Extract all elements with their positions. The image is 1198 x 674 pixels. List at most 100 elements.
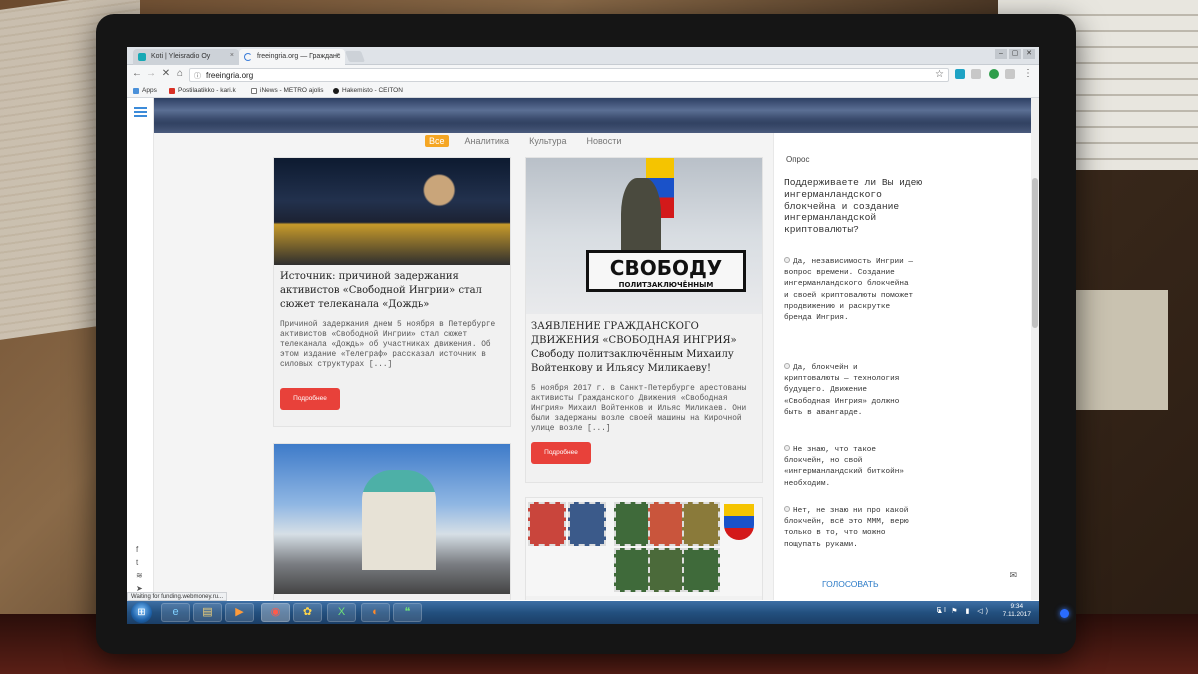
filter-analytics[interactable]: Аналитика	[461, 135, 514, 147]
firefox-icon[interactable]: ◐	[361, 603, 390, 622]
radio-button[interactable]	[784, 445, 790, 451]
excel-icon[interactable]: X	[327, 603, 356, 622]
vote-button[interactable]: ГОЛОСОВАТЬ	[822, 579, 879, 589]
filter-all[interactable]: Все	[425, 135, 449, 147]
browser-toolbar: ← → ✕ ⌂ ⓘ freeingria.org ☆ ⋮	[127, 65, 1039, 85]
web-page: f t ≋ ➤ Источник: причиной задержания ак…	[127, 98, 1039, 600]
chrome-icon[interactable]: ◉	[261, 603, 290, 622]
article-image[interactable]	[526, 498, 762, 596]
back-button[interactable]: ←	[131, 68, 143, 79]
page-scrollbar[interactable]	[1031, 98, 1039, 600]
article-excerpt: Причиной задержания днем 5 ноября в Пете…	[280, 321, 496, 369]
article-title[interactable]: Источник: причиной задержания активистов…	[280, 270, 508, 312]
poll-widget: Опрос Поддерживаете ли Вы идею ингерманл…	[773, 133, 1031, 600]
hamburger-menu-icon[interactable]	[134, 107, 147, 119]
extension-icon[interactable]	[955, 69, 965, 79]
read-more-button[interactable]: Подробнее	[531, 442, 591, 464]
close-window-button[interactable]: ✕	[1023, 49, 1035, 59]
facebook-icon[interactable]: f	[136, 545, 138, 554]
photos-icon[interactable]: ✿	[293, 603, 322, 622]
forward-button[interactable]: →	[145, 68, 157, 79]
status-bubble: Waiting for funding.webmoney.ru...	[127, 592, 228, 601]
article-card[interactable]	[273, 443, 511, 600]
power-led	[1060, 609, 1069, 618]
radio-button[interactable]	[784, 506, 790, 512]
tab-freeingria[interactable]: freeingria.org — Гражданс ×	[239, 49, 345, 65]
gmail-icon	[169, 88, 175, 94]
ingria-coat-of-arms	[724, 504, 754, 540]
protest-sign: СВОБОДУ ПОЛИТЗАКЛЮЧЁННЫМ	[586, 250, 746, 292]
article-image[interactable]: СВОБОДУ ПОЛИТЗАКЛЮЧЁННЫМ	[526, 158, 762, 314]
poll-option[interactable]: Да, блокчейн и криптовалюты — технология…	[784, 363, 914, 419]
address-text: freeingria.org	[206, 71, 254, 80]
article-title[interactable]: ЗАЯВЛЕНИЕ ГРАЖДАНСКОГО ДВИЖЕНИЯ «СВОБОДН…	[531, 320, 761, 376]
poll-option[interactable]: Нет, не знаю ни про какой блокчейн, всё …	[784, 506, 914, 551]
close-tab-icon[interactable]: ×	[230, 52, 234, 59]
windows-taskbar: ⊞ e ▤ ▶ ◉ ✿ X ◐ ❝ FI ▲ ⚑ ▮ ◁) 9:34 7.11.…	[127, 601, 1039, 624]
ceiton-icon	[333, 88, 339, 94]
read-more-button[interactable]: Подробнее	[280, 388, 340, 410]
tab-label: Koti | Yleisradio Oy	[151, 53, 211, 60]
twitter-icon[interactable]: t	[136, 558, 138, 567]
radio-button[interactable]	[784, 363, 790, 369]
stamp-image	[682, 502, 720, 546]
stamp-image	[648, 548, 686, 592]
maximize-button[interactable]: ▢	[1009, 49, 1021, 59]
bookmark-apps[interactable]: Apps	[133, 87, 157, 94]
tab-yleisradio[interactable]: Koti | Yleisradio Oy ×	[133, 49, 239, 65]
stamp-image	[614, 548, 652, 592]
article-card[interactable]: Источник: причиной задержания активистов…	[273, 157, 511, 427]
bookmark-gmail[interactable]: Postilaatikko - kari.k	[169, 87, 236, 94]
extension-icon[interactable]	[989, 69, 999, 79]
filter-culture[interactable]: Культура	[525, 135, 570, 147]
address-bar[interactable]: ⓘ freeingria.org ☆	[189, 68, 949, 82]
article-image[interactable]	[274, 444, 510, 594]
explorer-icon[interactable]: ▤	[193, 603, 222, 622]
rss-icon[interactable]: ≋	[136, 571, 143, 580]
hangouts-icon[interactable]: ❝	[393, 603, 422, 622]
radio-button[interactable]	[784, 257, 790, 263]
extension-icon[interactable]	[1005, 69, 1015, 79]
tray-icons[interactable]: ▲ ⚑ ▮ ◁)	[936, 607, 991, 615]
stamp-image	[568, 502, 606, 546]
filter-news[interactable]: Новости	[583, 135, 626, 147]
poll-question: Поддерживаете ли Вы идею ингерманландско…	[784, 177, 923, 236]
site-info-icon[interactable]: ⓘ	[194, 71, 201, 81]
stamp-image	[528, 502, 566, 546]
extension-icon[interactable]	[971, 69, 981, 79]
stamp-image	[682, 548, 720, 592]
article-card[interactable]: СВОБОДУ ПОЛИТЗАКЛЮЧЁННЫМ ЗАЯВЛЕНИЕ ГРАЖДА…	[525, 157, 763, 483]
ie-icon[interactable]: e	[161, 603, 190, 622]
minimize-button[interactable]: –	[995, 49, 1007, 59]
apps-grid-icon	[133, 88, 139, 94]
church-building	[362, 470, 436, 570]
clock-time: 9:34	[1010, 603, 1024, 610]
stamp-image	[614, 502, 652, 546]
bookmark-inews[interactable]: iNews - METRO ajolis	[251, 87, 324, 94]
home-button[interactable]: ⌂	[174, 68, 186, 79]
article-card[interactable]	[525, 497, 763, 600]
category-filters: Все Аналитика Культура Новости	[425, 135, 625, 147]
clock-date: 7.11.2017	[1002, 611, 1031, 618]
close-tab-icon[interactable]: ×	[336, 52, 340, 59]
system-clock[interactable]: 9:34 7.11.2017	[1003, 603, 1031, 619]
poll-option[interactable]: Не знаю, что такое блокчейн, но свой «ин…	[784, 445, 914, 490]
new-tab-button[interactable]	[344, 51, 366, 62]
bookmark-star-icon[interactable]: ☆	[935, 69, 944, 80]
stop-button[interactable]: ✕	[160, 68, 172, 79]
stamp-image	[648, 502, 686, 546]
tab-label: freeingria.org — Гражданс	[257, 53, 341, 60]
screen: Koti | Yleisradio Oy × freeingria.org — …	[127, 47, 1039, 624]
start-button[interactable]: ⊞	[131, 602, 152, 623]
article-grid: Источник: причиной задержания активистов…	[157, 133, 771, 600]
article-image[interactable]	[274, 158, 510, 265]
article-excerpt: 5 ноября 2017 г. в Санкт-Петербурге арес…	[531, 385, 747, 433]
yle-favicon-icon	[138, 53, 146, 61]
media-player-icon[interactable]: ▶	[225, 603, 254, 622]
bookmarks-bar: Apps Postilaatikko - kari.k iNews - METR…	[127, 85, 1039, 98]
mail-icon[interactable]: ✉	[1009, 570, 1017, 581]
poll-option[interactable]: Да, независимость Ингрии — вопрос времен…	[784, 257, 914, 324]
scrollbar-thumb[interactable]	[1032, 178, 1038, 328]
menu-dots-icon[interactable]: ⋮	[1022, 68, 1034, 79]
bookmark-ceiton[interactable]: Hakemisto - CEITON	[333, 87, 403, 94]
